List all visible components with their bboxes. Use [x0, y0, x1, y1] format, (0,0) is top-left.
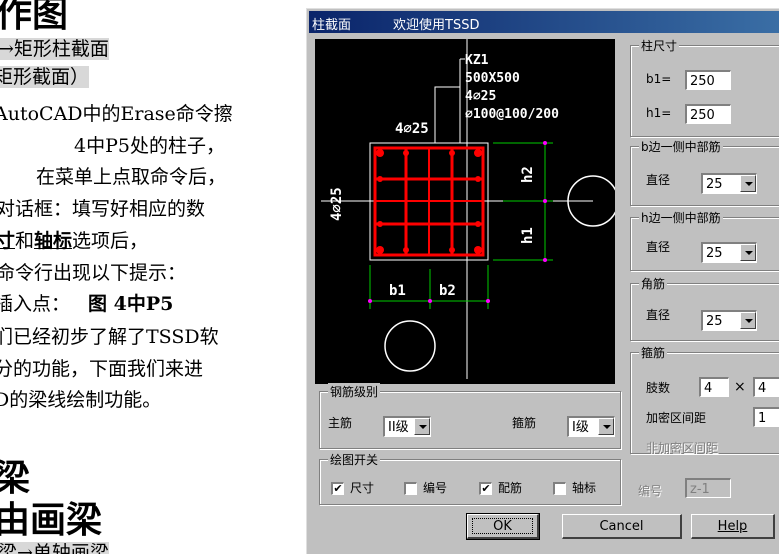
- dim-h1: h1: [520, 227, 536, 244]
- section-preview-canvas: KZ1 500X500 4⌀25 ⌀100@100/200 4⌀25 4⌀25 …: [315, 39, 615, 384]
- b-side-dia-value: 25: [706, 177, 723, 192]
- label-stirrup: ⌀100@100/200: [465, 107, 559, 122]
- dialog-title: 柱截面: [312, 18, 352, 33]
- steel-grade-group: 钢筋级别 主筋 II级 箍筋 I级: [319, 383, 621, 449]
- axis-checkbox[interactable]: [553, 482, 566, 495]
- doc-figure-ref: 图 4: [88, 293, 127, 315]
- doc-text-line: 们已经初步了解了TSSD软: [0, 326, 219, 348]
- chevron-down-icon[interactable]: [598, 418, 614, 435]
- legs-a-input[interactable]: 4: [699, 377, 729, 397]
- doc-text-line: 矩形截面）: [0, 66, 90, 88]
- label-main-bars: 4⌀25: [465, 89, 497, 104]
- h-side-title: h边一侧中部筋: [639, 209, 723, 226]
- doc-text-line: 在菜单上点取命令后，: [36, 166, 227, 188]
- doc-link[interactable]: 寸: [0, 230, 15, 252]
- doc-text-line: 插入点： 图 4中P5: [0, 293, 173, 315]
- corner-title: 角筋: [639, 275, 668, 292]
- ok-button-label: OK: [472, 518, 533, 534]
- b-side-group: b边一侧中部筋 直径 25: [630, 138, 779, 206]
- rebar-label: 配筋: [498, 481, 523, 495]
- h1-label: h1=: [646, 106, 672, 120]
- dense-label: 加密区间距: [646, 411, 707, 425]
- doc-text: 中P5: [126, 293, 174, 315]
- doc-heading: 梁: [0, 457, 31, 499]
- corner-dia-value: 25: [706, 314, 723, 329]
- stir-grade-value: I级: [572, 420, 589, 435]
- doc-text: 插入点：: [0, 293, 71, 315]
- stir-grade-select[interactable]: I级: [567, 416, 615, 437]
- times-sign: ×: [734, 379, 746, 395]
- column-size-group: 柱尺寸 b1= 250 h1= 250: [630, 37, 779, 137]
- draw-switch-title: 绘图开关: [328, 451, 381, 468]
- label-size: 500X500: [465, 71, 520, 86]
- corner-dia-select[interactable]: 25: [701, 310, 757, 331]
- chevron-down-icon[interactable]: [740, 244, 756, 261]
- main-grade-label: 主筋: [328, 416, 353, 430]
- axis-label: 轴标: [572, 481, 597, 495]
- chevron-down-icon[interactable]: [414, 418, 430, 435]
- doc-text-line: 梁→单轴画梁: [0, 542, 109, 554]
- column-section-dialog: 柱截面 欢迎使用TSSD KZ1 500X500 4⌀25 ⌀100@100/2…: [306, 8, 779, 554]
- doc-heading: 作图: [0, 0, 69, 35]
- label-kz: KZ1: [465, 53, 489, 68]
- dim-b1: b1: [389, 283, 406, 299]
- cancel-button[interactable]: Cancel: [562, 514, 682, 539]
- b1-input[interactable]: 250: [685, 70, 731, 90]
- doc-text-line: D的梁线绘制功能。: [0, 389, 162, 411]
- h1-input[interactable]: 250: [685, 104, 731, 124]
- dim-b2: b2: [439, 283, 456, 299]
- num-checkbox[interactable]: [404, 482, 417, 495]
- legs-b-input[interactable]: 4: [753, 377, 779, 397]
- chevron-down-icon[interactable]: [740, 175, 756, 192]
- doc-text-line: 分的功能，下面我们来进: [0, 358, 204, 380]
- rebar-checkbox[interactable]: ✔: [479, 482, 492, 495]
- main-grade-value: II级: [388, 420, 409, 435]
- label-side-bars: 4⌀25: [329, 187, 345, 221]
- draw-switch-group: 绘图开关 ✔ 尺寸 编号 ✔ 配筋 轴标: [319, 451, 621, 505]
- doc-text: 选项后，: [72, 230, 149, 252]
- b-side-dia-select[interactable]: 25: [701, 173, 757, 194]
- document-page: 作图 →矩形柱截面 矩形截面） AutoCAD中的Erase命令擦 4中P5处的…: [0, 0, 300, 554]
- b1-label: b1=: [646, 72, 672, 86]
- number-label: 编号: [638, 484, 663, 498]
- h-side-group: h边一侧中部筋 直径 25: [630, 209, 779, 271]
- num-label: 编号: [423, 481, 448, 495]
- h-side-dia-label: 直径: [646, 240, 671, 254]
- stirrup-group: 箍筋 肢数 4 × 4 加密区间距 1 非加密区间距: [630, 344, 779, 455]
- column-size-title: 柱尺寸: [639, 37, 680, 54]
- dim-label: 尺寸: [350, 481, 375, 495]
- b-side-title: b边一侧中部筋: [639, 138, 723, 155]
- main-grade-select[interactable]: II级: [383, 416, 431, 437]
- chevron-down-icon[interactable]: [740, 312, 756, 329]
- legs-label: 肢数: [646, 381, 671, 395]
- dim-h2: h2: [520, 166, 536, 183]
- help-button-label: Help: [717, 519, 748, 534]
- doc-heading: 由画梁: [0, 499, 103, 541]
- label-top-bars: 4⌀25: [395, 121, 429, 137]
- corner-group: 角筋 直径 25: [630, 275, 779, 341]
- steel-grade-title: 钢筋级别: [328, 383, 381, 400]
- dense-input[interactable]: 1: [753, 407, 779, 427]
- normal-label: 非加密区间距: [646, 441, 719, 455]
- ok-button[interactable]: OK: [466, 513, 540, 540]
- doc-text: 和: [15, 230, 35, 252]
- doc-link[interactable]: 轴标: [34, 230, 72, 252]
- number-input[interactable]: z-1: [685, 478, 731, 498]
- stirrup-title: 箍筋: [639, 344, 668, 361]
- corner-dia-label: 直径: [646, 308, 671, 322]
- h-side-dia-select[interactable]: 25: [701, 242, 757, 263]
- doc-text-line: 命令行出现以下提示：: [0, 262, 187, 284]
- dialog-titlebar[interactable]: 柱截面 欢迎使用TSSD: [309, 11, 779, 33]
- b-side-dia-label: 直径: [646, 173, 671, 187]
- dialog-subtitle: 欢迎使用TSSD: [393, 18, 480, 33]
- doc-text-line: 对话框：填写好相应的数: [0, 198, 206, 220]
- doc-text-line: →矩形柱截面: [0, 38, 109, 60]
- doc-text-line: 4中P5处的柱子，: [74, 135, 225, 157]
- stir-grade-label: 箍筋: [512, 416, 537, 430]
- dim-checkbox[interactable]: ✔: [331, 482, 344, 495]
- h-side-dia-value: 25: [706, 246, 723, 261]
- help-button[interactable]: Help: [691, 514, 775, 539]
- doc-text-line: AutoCAD中的Erase命令擦: [0, 103, 233, 125]
- doc-text-line: 寸和轴标选项后，: [0, 230, 148, 252]
